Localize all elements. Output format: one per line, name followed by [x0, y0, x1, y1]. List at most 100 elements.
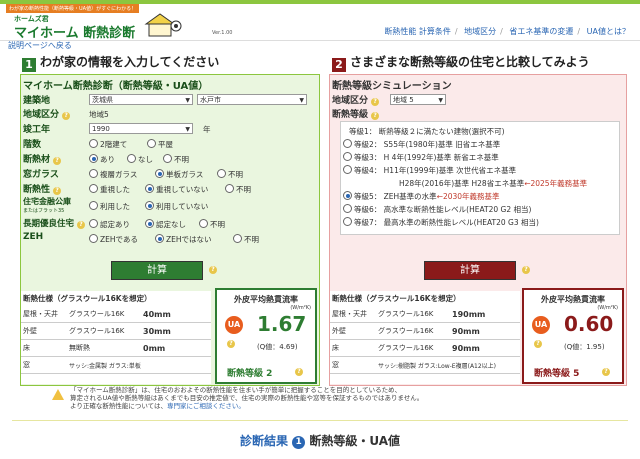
grade-option-4b: H28年(2016年)基準 H28省エネ基準←2025年義務基準	[399, 179, 588, 188]
result-title: 外皮平均熱貫流率	[541, 295, 605, 304]
help-icon[interactable]: ?	[76, 221, 85, 229]
section-number-badge: 2	[332, 58, 346, 72]
floors-radio-2[interactable]: 2階建て	[89, 139, 127, 150]
floors-radio-1[interactable]: 平屋	[147, 139, 173, 150]
table-row: 外壁 グラスウール16K 90mm	[330, 322, 520, 340]
ua-value: 1.67	[257, 312, 307, 336]
long-radio-unknown[interactable]: 不明	[199, 219, 225, 230]
back-link[interactable]: 説明ページへ戻る	[8, 40, 72, 51]
window-label: 窓ガラス	[23, 170, 59, 180]
zeh-radio-unknown[interactable]: 不明	[233, 234, 259, 245]
warning-icon	[52, 389, 64, 400]
help-icon[interactable]: ?	[522, 266, 530, 274]
table-row: 窓サッシ:樹脂製 ガラス:Low-E複層(A12以上)	[330, 356, 520, 374]
priority-radio-unknown[interactable]: 不明	[225, 184, 251, 195]
region-select[interactable]: 地域 5 ▼	[390, 94, 446, 105]
zeh-radio-no[interactable]: ZEHではない	[155, 234, 212, 245]
help-icon[interactable]: ?	[62, 112, 71, 120]
region-label: 地域区分 ?	[332, 93, 380, 106]
window-radio-double[interactable]: 複層ガラス	[89, 169, 137, 180]
year-unit: 年	[203, 125, 211, 134]
section-title-2: 2 さまざまな断熱等級の住宅と比較してみよう	[332, 53, 590, 72]
long-radio-yes[interactable]: 認定あり	[89, 219, 130, 230]
section-title-1: 1 わが家の情報を入力してください	[22, 53, 219, 72]
loan-radio-no[interactable]: 利用していない	[145, 201, 208, 212]
panel-title: マイホーム断熱診断（断熱等級・UA値）	[23, 81, 209, 92]
calculate-button[interactable]: 計算	[424, 261, 516, 280]
section-title-text: さまざまな断熱等級の住宅と比較してみよう	[350, 55, 590, 69]
grade-option-1: 等級1： 断熱等級２に満たない建物(選択不可)	[349, 127, 505, 136]
city-select[interactable]: 水戸市 ▼	[197, 94, 307, 105]
grade-option-6[interactable]: 等級6： 高水準な断熱性能レベル(HEAT20 G2 相当)	[343, 204, 531, 215]
calculate-button[interactable]: 計算	[111, 261, 203, 280]
floors-label: 階数	[23, 140, 42, 150]
window-radio-unknown[interactable]: 不明	[217, 169, 243, 180]
loan-radio-yes[interactable]: 利用した	[89, 201, 130, 212]
ua-value: 0.60	[564, 312, 614, 336]
insulation-radio-unknown[interactable]: 不明	[163, 154, 189, 165]
nav-link-history[interactable]: 省エネ基準の変遷	[509, 27, 573, 36]
prefecture-select[interactable]: 茨城県 ▼	[89, 94, 193, 105]
help-icon[interactable]: ?	[209, 266, 217, 274]
ua-icon: UA	[225, 316, 243, 334]
help-icon[interactable]: ?	[295, 368, 303, 376]
insulation-radio-no[interactable]: なし	[127, 154, 153, 165]
grade-option-4[interactable]: 等級4： H11年(1999年)基準 次世代省エネ基準	[343, 165, 516, 176]
spec-table: 断熱仕様（グラスウール16Kを想定） 屋根・天井 グラスウール16K 190mm 外…	[330, 291, 520, 384]
table-row: 外壁 グラスウール16K 30mm	[21, 322, 211, 340]
q-value: (Q値：1.95)	[564, 343, 605, 351]
region-value: 地域5	[89, 110, 109, 119]
divider	[12, 420, 628, 421]
grade-list: 等級1： 断熱等級２に満たない建物(選択不可) 等級2： S55年(1980年)…	[340, 121, 620, 235]
result-title: 外皮平均熱貫流率	[234, 295, 298, 304]
loan-sub-label: またはフラット35	[23, 208, 65, 214]
chevron-down-icon: ▼	[185, 126, 190, 133]
help-icon[interactable]: ?	[602, 368, 610, 376]
result-heading: 診断結果 1 断熱等級・UA値	[239, 434, 401, 449]
table-row: 屋根・天井 グラスウール16K 40mm	[21, 306, 211, 323]
region-label: 地域区分 ?	[23, 107, 71, 120]
location-label: 建築地	[23, 96, 51, 106]
year-label: 竣工年	[23, 125, 51, 135]
long-radio-no[interactable]: 認定なし	[145, 219, 186, 230]
consult-link[interactable]: 専門家にご相談ください。	[167, 402, 245, 410]
result-box: 外皮平均熱貫流率 (W/m²K) UA 0.60 ? (Q値：1.95) 断熱等…	[522, 288, 624, 384]
help-icon[interactable]: ?	[371, 112, 380, 120]
table-row: 床無断熱 0mm	[21, 339, 211, 357]
table-row: 屋根・天井 グラスウール16K 190mm	[330, 306, 520, 323]
spec-title: 断熱仕様（グラスウール16Kを想定）	[23, 294, 152, 303]
grade-option-5[interactable]: 等級5： ZEH基準の水準←2030年義務基準	[343, 191, 500, 202]
result-unit: (W/m²K)	[597, 305, 618, 311]
spec-table: 断熱仕様（グラスウール16Kを想定） 屋根・天井 グラスウール16K 40mm 外壁…	[21, 291, 211, 384]
grade-option-3[interactable]: 等級3： H 4年(1992年)基準 新省エネ基準	[343, 152, 499, 163]
grade-option-2[interactable]: 等級2： S55年(1980年)基準 旧省エネ基準	[343, 139, 500, 150]
grade-label: 断熱等級 2	[227, 369, 273, 379]
priority-radio-yes[interactable]: 重視した	[89, 184, 130, 195]
insulation-priority-label: 断熱性 ?	[23, 182, 62, 195]
zeh-radio-yes[interactable]: ZEHである	[89, 234, 138, 245]
help-icon[interactable]: ?	[53, 157, 62, 165]
top-nav: 断熱性能 計算条件 / 地域区分 / 省エネ基準の変遷 / UA値とは？	[384, 27, 630, 36]
insulation-radio-yes[interactable]: あり	[89, 154, 115, 165]
grade-option-7[interactable]: 等級7： 最高水準の断熱性能レベル(HEAT20 G3 相当)	[343, 217, 539, 228]
loan-label: 住宅金融公庫	[23, 197, 71, 206]
simulation-panel: 断熱等級シミュレーション 地域区分 ? 地域 5 ▼ 断熱等級 ? 等級1： 断熱…	[329, 74, 627, 386]
header: わが家の断熱性能（断熱等級・UA値）がすぐにわかる！ ホームズ君 マイホーム 断…	[0, 4, 640, 41]
help-icon[interactable]: ?	[227, 340, 235, 348]
help-icon[interactable]: ?	[534, 340, 542, 348]
nav-link-region[interactable]: 地域区分	[464, 27, 496, 36]
help-icon[interactable]: ?	[371, 98, 380, 106]
logo-main[interactable]: マイホーム 断熱診断	[14, 22, 135, 41]
nav-link-ua[interactable]: UA値とは？	[587, 27, 630, 36]
help-icon[interactable]: ?	[53, 187, 62, 195]
grade-label: 断熱等級 ?	[332, 107, 380, 120]
table-row: 窓サッシ:金属製 ガラス:単板	[21, 356, 211, 374]
disclaimer: 「マイホーム断熱診断」は、住宅のおおよその断熱性能を住まい手が簡単に把握すること…	[70, 386, 424, 410]
chevron-down-icon: ▼	[185, 97, 190, 104]
nav-link-calc-conditions[interactable]: 断熱性能 計算条件	[384, 27, 451, 36]
window-radio-single[interactable]: 単板ガラス	[155, 169, 203, 180]
result-unit: (W/m²K)	[290, 305, 311, 311]
year-select[interactable]: 1990 ▼	[89, 123, 193, 134]
priority-radio-no[interactable]: 重視していない	[145, 184, 208, 195]
tagline: わが家の断熱性能（断熱等級・UA値）がすぐにわかる！	[6, 4, 140, 13]
